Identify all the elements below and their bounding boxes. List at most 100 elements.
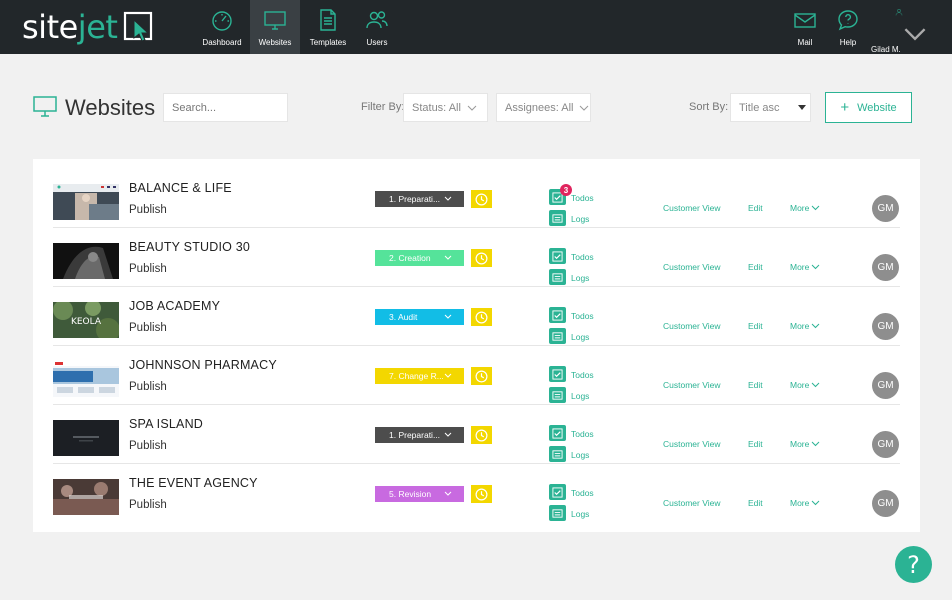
website-name[interactable]: BEAUTY STUDIO 30 [129,240,250,254]
clock-icon [475,429,488,441]
nav-users[interactable]: Users [356,0,398,54]
logs-button[interactable] [549,446,566,462]
logs-button[interactable] [549,328,566,344]
logs-button[interactable] [549,505,566,521]
logs-link[interactable]: Logs [571,509,589,519]
more-dropdown[interactable]: More [790,203,820,213]
website-row[interactable]: KEOLA JOB ACADEMY Publish 3. Audit Todos… [53,287,900,346]
nav-mail[interactable]: Mail [790,0,820,54]
customer-view-link[interactable]: Customer View [663,439,720,449]
schedule-button[interactable] [471,426,492,444]
top-navigation-bar: site jet Dashboard Websites Templates Use… [0,0,952,54]
website-thumbnail[interactable] [53,243,119,279]
logs-link[interactable]: Logs [571,214,589,224]
sort-dropdown[interactable]: Title asc [730,93,811,122]
nav-templates[interactable]: Templates [306,0,350,54]
logs-link[interactable]: Logs [571,273,589,283]
todos-checkbox-button[interactable] [549,425,566,441]
website-thumbnail[interactable] [53,420,119,456]
edit-link[interactable]: Edit [748,262,763,272]
customer-view-link[interactable]: Customer View [663,262,720,272]
chevron-down-icon [812,264,820,270]
sort-label: Sort By: [689,101,729,113]
stage-dropdown[interactable]: 1. Preparati... [375,427,464,443]
more-label: More [790,439,810,449]
stage-dropdown[interactable]: 1. Preparati... [375,191,464,207]
nav-user-menu[interactable]: Gilad M. [871,0,926,54]
chevron-down-icon [812,500,820,506]
todos-checkbox-button[interactable] [549,248,566,264]
website-thumbnail[interactable] [53,184,119,220]
search-input[interactable] [163,93,288,122]
nav-help[interactable]: Help [833,0,863,54]
assignee-avatar[interactable]: GM [872,195,899,222]
website-name[interactable]: THE EVENT AGENCY [129,476,258,490]
sitejet-logo[interactable]: site jet [22,8,155,46]
website-name[interactable]: JOB ACADEMY [129,299,220,313]
website-name[interactable]: JOHNNSON PHARMACY [129,358,277,372]
website-thumbnail[interactable] [53,479,119,515]
todos-checkbox-button[interactable] [549,307,566,323]
stage-dropdown[interactable]: 7. Change R... [375,368,464,384]
help-chat-button[interactable]: ? [895,546,932,583]
website-row[interactable]: THE EVENT AGENCY Publish 5. Revision Tod… [53,464,900,523]
todos-link[interactable]: Todos [571,252,594,262]
logs-link[interactable]: Logs [571,450,589,460]
assignee-avatar[interactable]: GM [872,254,899,281]
edit-link[interactable]: Edit [748,439,763,449]
chevron-down-icon [812,382,820,388]
logs-button[interactable] [549,210,566,226]
status-filter-value: Status: All [412,101,461,114]
customer-view-link[interactable]: Customer View [663,321,720,331]
schedule-button[interactable] [471,367,492,385]
add-website-button[interactable]: + Website [825,92,912,123]
todos-link[interactable]: Todos [571,488,594,498]
website-status: Publish [129,440,167,452]
todos-link[interactable]: Todos [571,311,594,321]
more-dropdown[interactable]: More [790,380,820,390]
schedule-button[interactable] [471,249,492,267]
stage-dropdown[interactable]: 5. Revision [375,486,464,502]
website-row[interactable]: BALANCE & LIFE Publish 1. Preparati... 3… [53,169,900,228]
edit-link[interactable]: Edit [748,203,763,213]
nav-dashboard[interactable]: Dashboard [200,0,244,54]
website-name[interactable]: SPA ISLAND [129,417,203,431]
todos-checkbox-button[interactable] [549,366,566,382]
website-row[interactable]: BEAUTY STUDIO 30 Publish 2. Creation Tod… [53,228,900,287]
more-dropdown[interactable]: More [790,321,820,331]
customer-view-link[interactable]: Customer View [663,380,720,390]
assignee-avatar[interactable]: GM [872,372,899,399]
customer-view-link[interactable]: Customer View [663,498,720,508]
website-thumbnail[interactable] [53,361,119,397]
edit-link[interactable]: Edit [748,380,763,390]
assignee-avatar[interactable]: GM [872,490,899,517]
todos-checkbox-button[interactable] [549,484,566,500]
logs-link[interactable]: Logs [571,391,589,401]
assignee-avatar[interactable]: GM [872,431,899,458]
status-filter-dropdown[interactable]: Status: All [403,93,488,122]
website-row[interactable]: SPA ISLAND Publish 1. Preparati... Todos… [53,405,900,464]
stage-dropdown[interactable]: 3. Audit [375,309,464,325]
website-name[interactable]: BALANCE & LIFE [129,181,232,195]
more-dropdown[interactable]: More [790,439,820,449]
customer-view-link[interactable]: Customer View [663,203,720,213]
assignee-avatar[interactable]: GM [872,313,899,340]
todos-link[interactable]: Todos [571,429,594,439]
more-dropdown[interactable]: More [790,498,820,508]
edit-link[interactable]: Edit [748,498,763,508]
logs-button[interactable] [549,387,566,403]
logs-button[interactable] [549,269,566,285]
schedule-button[interactable] [471,308,492,326]
todos-link[interactable]: Todos [571,370,594,380]
website-thumbnail[interactable]: KEOLA [53,302,119,338]
schedule-button[interactable] [471,485,492,503]
stage-dropdown[interactable]: 2. Creation [375,250,464,266]
assignees-filter-dropdown[interactable]: Assignees: All [496,93,591,122]
edit-link[interactable]: Edit [748,321,763,331]
logs-link[interactable]: Logs [571,332,589,342]
schedule-button[interactable] [471,190,492,208]
todos-link[interactable]: Todos [571,193,594,203]
website-row[interactable]: JOHNNSON PHARMACY Publish 7. Change R...… [53,346,900,405]
nav-websites[interactable]: Websites [250,0,300,54]
more-dropdown[interactable]: More [790,262,820,272]
